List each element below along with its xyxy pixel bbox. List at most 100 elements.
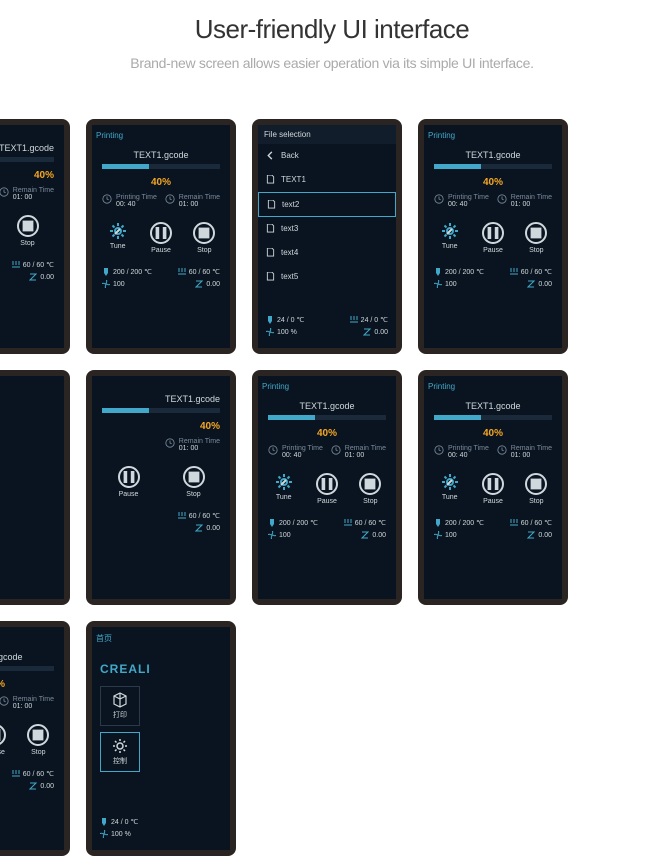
pause-button[interactable]: Pause	[98, 466, 159, 498]
page-title: User-friendly UI interface	[0, 14, 664, 45]
stop-button[interactable]: Stop	[163, 466, 224, 498]
printing-screen: TEXT1.gcode 40% xx Remain Time01: 00 Pau…	[0, 125, 64, 348]
pause-button[interactable]: Pause	[0, 724, 15, 756]
printing-screen: TEXT1.gcode 40% xx Remain Time01: 00 Pau…	[92, 376, 230, 599]
phone-frame: 首页 CREALI 打印 控制 24 / 0 ℃ 100 %	[86, 621, 236, 856]
stop-icon	[19, 217, 37, 235]
printing-screen: Printing TEXT1.gcode 40% Printing Time00…	[0, 627, 64, 850]
stop-icon	[361, 475, 379, 493]
status-row: 200 / 200 ℃60 / 60 ℃ 1000.00	[0, 764, 64, 800]
phone-frame: Printing TEXT1.gcode 40% Printing Time00…	[418, 119, 568, 354]
tune-button[interactable]: Tune	[430, 473, 469, 505]
back-button[interactable]: Back	[258, 144, 396, 168]
status-row: 200 / 200 ℃60 / 60 ℃ 1000.00	[424, 513, 562, 549]
stop-button[interactable]: Stop	[185, 222, 224, 254]
phone-frame: File selection Back TEXT1 text2 text3 te…	[252, 119, 402, 354]
home-screen: 首页 CREALI 打印 控制 24 / 0 ℃ 100 %	[92, 627, 230, 850]
file-item[interactable]: text5	[258, 265, 396, 289]
stop-button[interactable]: Stop	[351, 473, 390, 505]
pause-button[interactable]: Pause	[473, 222, 512, 254]
time-row: xx Remain Time01: 00	[0, 181, 64, 207]
fan-icon	[434, 531, 442, 539]
file-item[interactable]: text4	[258, 241, 396, 265]
clock-icon	[165, 438, 175, 448]
pause-icon	[152, 224, 170, 242]
stop-button[interactable]: Stop	[0, 215, 58, 247]
cube-icon	[112, 692, 128, 708]
filename: TEXT1.gcode	[0, 652, 64, 662]
filename: TEXT1.gcode	[258, 401, 396, 411]
control-button[interactable]: 控制	[100, 732, 140, 772]
nozzle-icon	[434, 519, 442, 527]
phone-frame: Printing TEXT1.gcode 40% Printing Time00…	[86, 119, 236, 354]
z-icon	[361, 531, 369, 539]
nozzle-icon	[102, 268, 110, 276]
progress-bar	[434, 164, 552, 169]
file-item[interactable]: text3	[258, 217, 396, 241]
tune-button[interactable]: Tune	[264, 473, 303, 505]
progress-pct: 40%	[0, 170, 64, 181]
fan-icon	[268, 531, 276, 539]
bed-icon	[12, 261, 20, 269]
brand-logo: CREALI	[0, 397, 64, 435]
z-icon	[195, 280, 203, 288]
home-screen: 首页 CREALI 打印 控制 24 / 0 ℃ 100 %	[0, 376, 64, 599]
clock-icon	[0, 696, 9, 706]
clock-icon	[268, 445, 278, 455]
fan-icon	[434, 280, 442, 288]
phone-frame: 首页 CREALI 打印 控制 24 / 0 ℃ 100 %	[0, 370, 70, 605]
page-subtitle: Brand-new screen allows easier operation…	[0, 55, 664, 71]
time-row: Printing Time00: 40 Remain Time01: 00	[0, 690, 64, 716]
clock-icon	[331, 445, 341, 455]
printing-screen: Printing TEXT1.gcode 40% Printing Time00…	[424, 125, 562, 348]
clock-icon	[497, 194, 507, 204]
stop-button[interactable]: Stop	[19, 724, 58, 756]
page-header: User-friendly UI interface Brand-new scr…	[0, 0, 664, 79]
stop-button[interactable]: Stop	[517, 222, 556, 254]
action-row: Tune Pause Stop	[258, 465, 396, 513]
phone-frame: Printing TEXT1.gcode 40% Printing Time00…	[0, 621, 70, 856]
screen-title: 首页	[0, 376, 64, 397]
status-row: 24 / 0 ℃24 / 0 ℃ 100 %0.00	[258, 312, 396, 344]
clock-icon	[0, 187, 9, 197]
filename: TEXT1.gcode	[92, 150, 230, 160]
phone-frame: TEXT1.gcode 40% xx Remain Time01: 00 Pau…	[86, 370, 236, 605]
nozzle-icon	[268, 519, 276, 527]
stop-button[interactable]: Stop	[517, 473, 556, 505]
pause-button[interactable]: Pause	[307, 473, 346, 505]
file-item[interactable]: text2	[258, 192, 396, 217]
file-icon	[266, 272, 275, 281]
screen-title: Printing	[0, 627, 64, 646]
action-row: Tune Pause Stop	[92, 214, 230, 262]
filename: TEXT1.gcode	[424, 150, 562, 160]
fan-icon	[100, 830, 108, 838]
gear-icon	[109, 222, 127, 240]
action-row: Tune Pause Stop	[424, 465, 562, 513]
pause-icon	[484, 475, 502, 493]
phone-frame: Printing TEXT1.gcode 40% Printing Time00…	[252, 370, 402, 605]
action-row: Tune Pause Stop	[0, 716, 64, 764]
pause-button[interactable]: Pause	[473, 473, 512, 505]
status-row: x60 / 60 ℃ x0.00	[0, 255, 64, 291]
nozzle-icon	[100, 818, 108, 826]
stop-icon	[29, 726, 47, 744]
status-row: x60 / 60 ℃ x0.00	[92, 506, 230, 542]
z-icon	[527, 280, 535, 288]
progress-pct: 40%	[92, 177, 230, 188]
pause-button[interactable]: Pause	[141, 222, 180, 254]
bed-icon	[12, 770, 20, 778]
screen-title: Printing	[92, 125, 230, 144]
file-item[interactable]: TEXT1	[258, 168, 396, 192]
z-icon	[195, 524, 203, 532]
tune-button[interactable]: Tune	[98, 222, 137, 254]
print-button[interactable]: 打印	[100, 686, 140, 726]
pause-icon	[484, 224, 502, 242]
action-row: Pause Stop	[92, 458, 230, 506]
fan-icon	[266, 328, 274, 336]
file-icon	[266, 248, 275, 257]
bed-icon	[178, 268, 186, 276]
bed-icon	[178, 512, 186, 520]
printing-screen: Printing TEXT1.gcode 40% Printing Time00…	[258, 376, 396, 599]
z-icon	[29, 273, 37, 281]
tune-button[interactable]: Tune	[430, 222, 469, 254]
